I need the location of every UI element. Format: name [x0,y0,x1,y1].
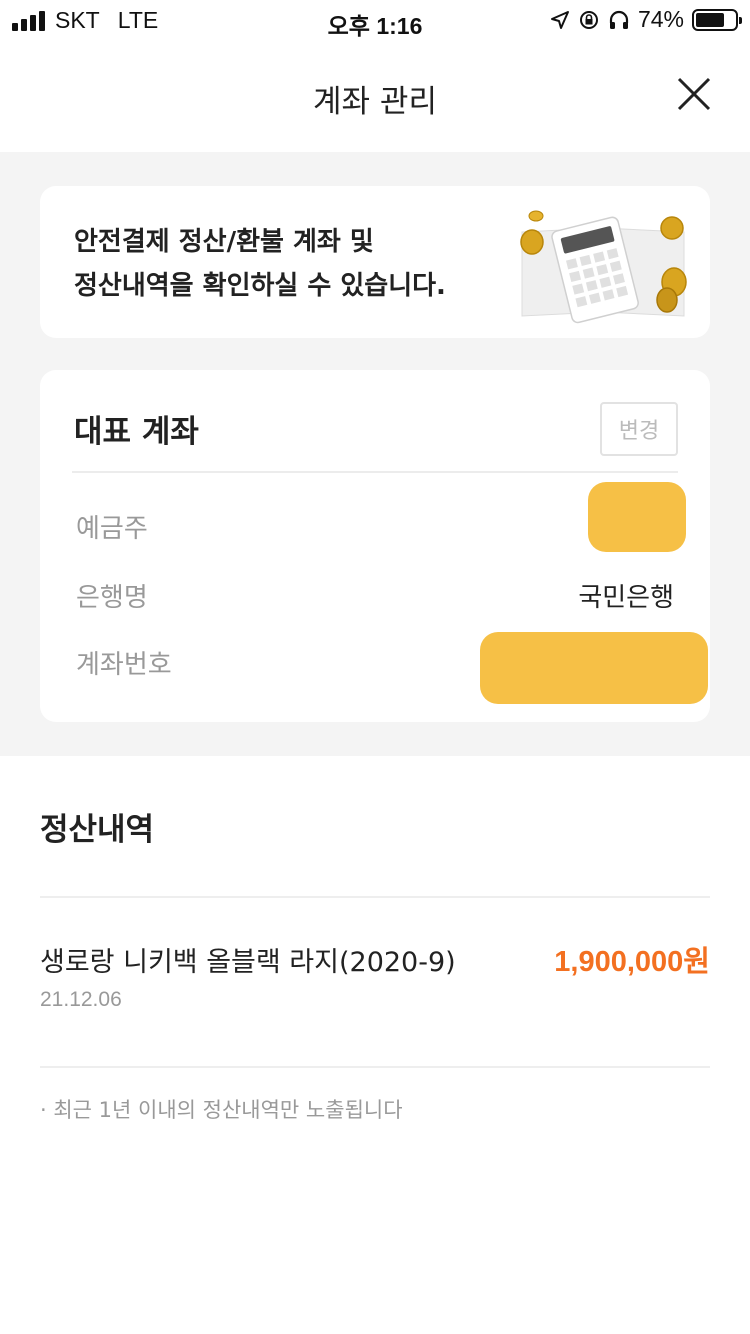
status-bar: SKT LTE 오후 1:16 74% [0,0,750,40]
calculator-coins-illustration [520,210,687,324]
info-line-2: 정산내역을 확인하실 수 있습니다. [74,271,446,301]
divider [40,896,710,898]
rotation-lock-icon [579,10,598,29]
divider [40,1066,710,1068]
divider [72,471,678,473]
item-name: 생로랑 니키백 올블랙 라지(2020-9) [40,947,456,978]
item-date: 21.12.06 [40,988,122,1011]
header: 계좌 관리 [0,40,750,152]
battery-percent: 74% [637,6,684,32]
account-row-holder: 예금주 [76,508,674,548]
account-section: 안전결제 정산/환불 계좌 및 정산내역을 확인하실 수 있습니다. 대표 계좌… [0,152,750,756]
bank-value: 국민은행 [578,583,674,613]
account-row-bank: 은행명 국민은행 [76,577,674,617]
list-item[interactable]: 생로랑 니키백 올블랙 라지(2020-9) 21.12.06 1,900,00… [40,930,710,1030]
info-line-1: 안전결제 정산/환불 계좌 및 [74,227,374,257]
redaction-mark [588,482,686,552]
notice-text: · 최근 1년 이내의 정산내역만 노출됩니다 [40,1098,403,1122]
account-number-label: 계좌번호 [76,650,172,680]
info-banner: 안전결제 정산/환불 계좌 및 정산내역을 확인하실 수 있습니다. [40,186,710,338]
change-account-button[interactable]: 변경 [600,402,678,456]
battery-icon [692,8,742,31]
headphones-icon [609,10,629,29]
location-icon [550,10,569,29]
info-text: 안전결제 정산/환불 계좌 및 정산내역을 확인하실 수 있습니다. [74,220,446,308]
settlement-title: 정산내역 [40,812,155,848]
account-title: 대표 계좌 [74,414,199,450]
close-icon[interactable] [676,76,712,112]
holder-label: 예금주 [76,514,148,544]
redaction-mark [480,632,708,704]
page-title: 계좌 관리 [313,84,437,120]
bank-label: 은행명 [76,583,148,613]
primary-account-card: 대표 계좌 변경 예금주 은행명 국민은행 계좌번호 [40,370,710,722]
item-amount: 1,900,000원 [554,946,710,978]
